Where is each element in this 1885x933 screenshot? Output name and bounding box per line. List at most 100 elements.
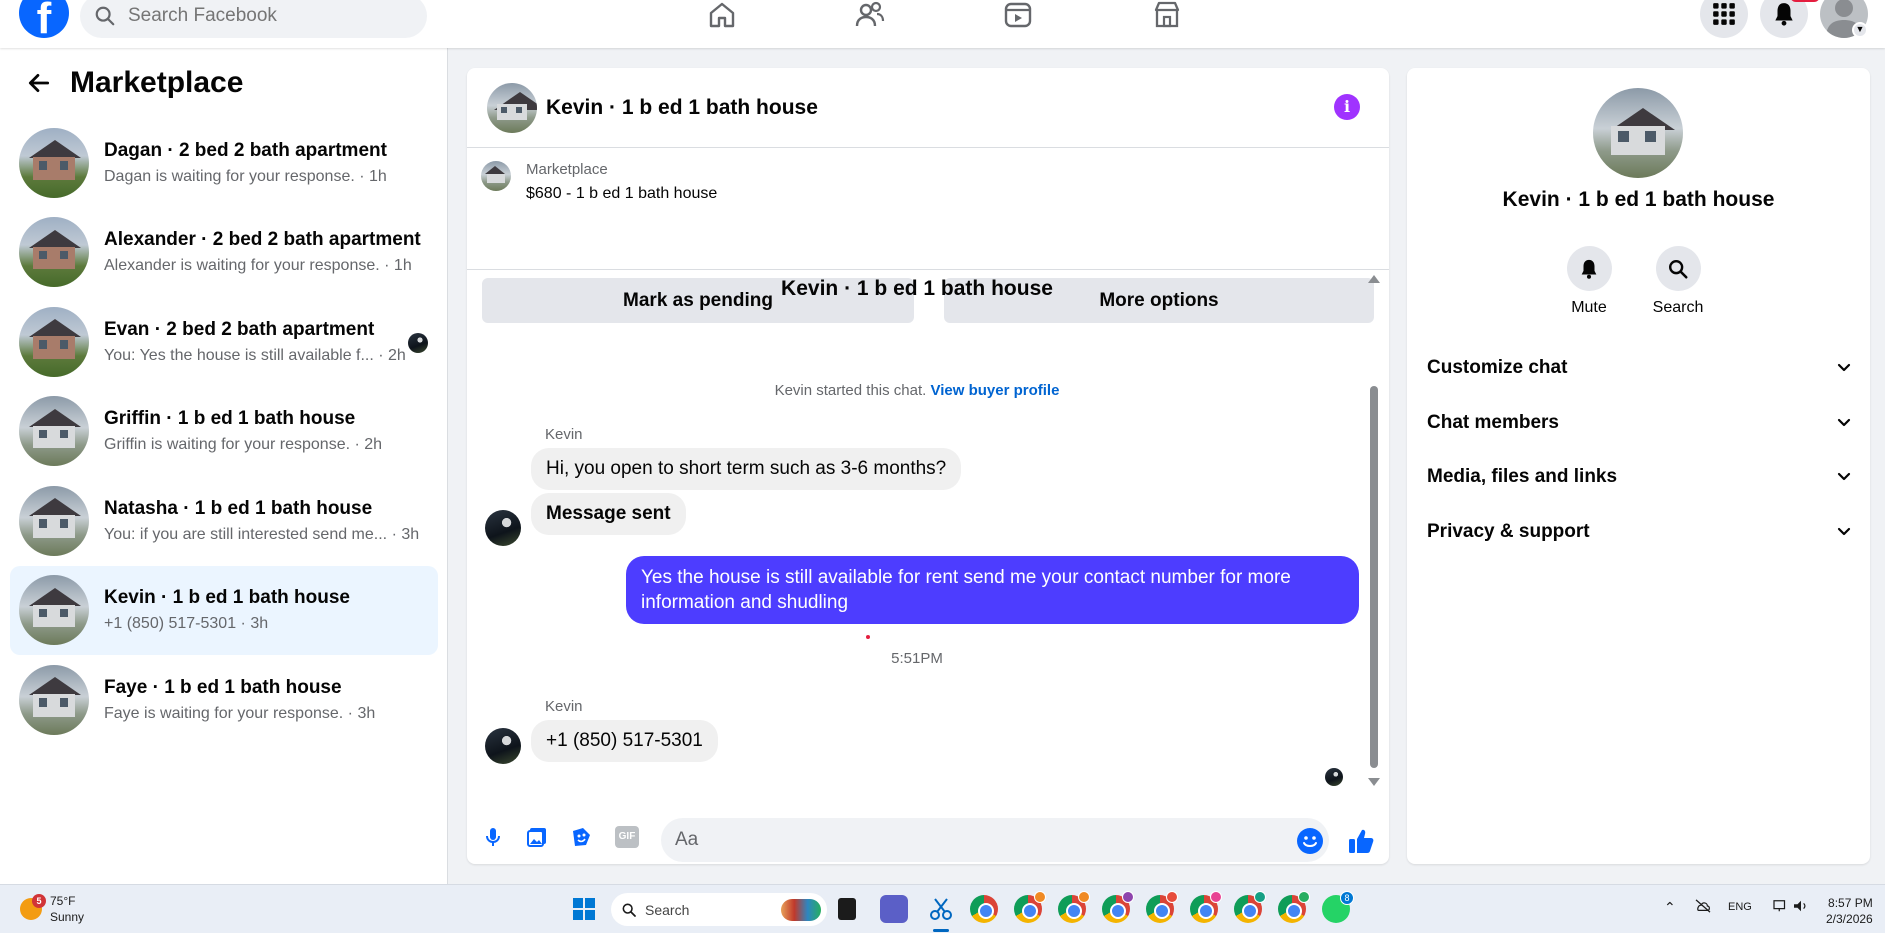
language-indicator[interactable]: ENG [1728, 901, 1752, 913]
conversation-info-icon[interactable]: i [1334, 94, 1360, 120]
chat-header-title[interactable]: Kevin · 1 b ed 1 bath house [546, 96, 818, 120]
chrome-icon[interactable] [970, 895, 998, 923]
marketplace-icon[interactable] [1147, 0, 1187, 30]
mute-button[interactable] [1566, 246, 1612, 291]
sender-avatar[interactable] [485, 728, 521, 764]
conversation-item[interactable]: Dagan · 2 bed 2 bath apartment Dagan is … [10, 118, 438, 208]
listing-thumbnail [19, 485, 89, 556]
listing-thumbnail[interactable] [481, 161, 511, 191]
conversation-name: Kevin · 1 b ed 1 bath house [104, 587, 350, 609]
conversation-preview: You: Yes the house is still available f.… [104, 346, 406, 364]
facebook-search-box[interactable] [80, 0, 427, 38]
info-title: Kevin · 1 b ed 1 bath house [1502, 188, 1775, 211]
conversation-preview: Faye is waiting for your response. · 3h [104, 704, 376, 722]
listing-thumbnail [19, 396, 89, 467]
section-label: Customize chat [1427, 357, 1568, 378]
weather-condition: Sunny [50, 910, 85, 924]
terminal-app-icon[interactable] [838, 898, 856, 920]
conversation-item[interactable]: Natasha · 1 b ed 1 bath house You: if yo… [10, 476, 438, 566]
scroll-up-arrow[interactable] [1368, 275, 1380, 283]
chat-header: Kevin · 1 b ed 1 bath house i [467, 68, 1389, 148]
system-clock[interactable]: 8:57 PM 2/3/2026 [1826, 895, 1873, 927]
thumbs-up-icon[interactable] [1346, 826, 1376, 856]
conversation-item[interactable]: Griffin · 1 b ed 1 bath house Griffin is… [10, 387, 438, 477]
chrome-profile-icon[interactable] [1190, 891, 1222, 923]
message-input[interactable] [661, 818, 1329, 862]
whatsapp-icon[interactable]: 8 [1322, 891, 1354, 923]
conversation-item[interactable]: Evan · 2 bed 2 bath apartment You: Yes t… [10, 297, 438, 387]
chrome-profile-icon[interactable] [1102, 891, 1134, 923]
incoming-message[interactable]: Message sent [531, 493, 686, 535]
weather-widget[interactable]: 5 75°F Sunny [20, 893, 84, 925]
chat-started-text: Kevin started this chat. [774, 382, 927, 399]
menu-grid-icon [1713, 3, 1735, 25]
search-action[interactable]: Search [1643, 246, 1713, 317]
sidebar-header: Marketplace [24, 66, 243, 100]
conversation-info-panel: Kevin · 1 b ed 1 bath house Mute Search … [1407, 68, 1870, 864]
menu-grid-button[interactable] [1700, 0, 1748, 38]
listing-price-title[interactable]: $680 - 1 b ed 1 bath house [526, 185, 717, 203]
sender-name: Kevin [545, 426, 583, 443]
conversation-item[interactable]: Alexander · 2 bed 2 bath apartment Alexa… [10, 208, 438, 298]
chrome-profile-icon[interactable] [1014, 891, 1046, 923]
chat-app-icon[interactable] [880, 895, 908, 923]
conversation-preview: Alexander is waiting for your response. … [104, 257, 412, 275]
chrome-profile-icon[interactable] [1278, 891, 1310, 923]
friends-icon[interactable] [850, 0, 890, 30]
search-label: Search [1652, 299, 1704, 316]
chat-members-section[interactable]: Chat members [1427, 401, 1852, 445]
section-label: Privacy & support [1427, 521, 1590, 542]
cloud-offline-icon[interactable] [1694, 899, 1712, 916]
home-icon[interactable] [702, 0, 742, 30]
notifications-button[interactable] [1760, 0, 1820, 38]
windows-start-icon[interactable] [573, 898, 595, 920]
weather-badge: 5 [32, 894, 46, 908]
facebook-search-input[interactable] [128, 5, 388, 27]
facebook-logo[interactable]: f [19, 0, 69, 38]
scrollbar-thumb[interactable] [1370, 386, 1378, 768]
outgoing-message[interactable]: Yes the house is still available for ren… [626, 556, 1359, 624]
incoming-message[interactable]: +1 (850) 517-5301 [531, 720, 718, 762]
info-avatar[interactable] [1593, 88, 1683, 178]
read-receipt-avatar [1325, 768, 1343, 786]
video-icon[interactable] [998, 0, 1038, 30]
sun-icon: 5 [20, 894, 46, 920]
chrome-profile-icon[interactable] [1234, 891, 1266, 923]
mute-action[interactable]: Mute [1554, 246, 1624, 317]
back-arrow-icon[interactable] [24, 68, 54, 98]
emoji-icon[interactable] [1297, 828, 1323, 854]
conversation-name: Faye · 1 b ed 1 bath house [104, 676, 342, 698]
clock-date: 2/3/2026 [1826, 912, 1873, 926]
search-in-conversation-button[interactable] [1655, 246, 1701, 291]
gif-icon[interactable]: GIF [615, 826, 639, 848]
section-label: Chat members [1427, 412, 1559, 433]
microphone-icon[interactable] [480, 824, 506, 850]
customize-chat-section[interactable]: Customize chat [1427, 346, 1852, 390]
privacy-support-section[interactable]: Privacy & support [1427, 510, 1852, 554]
conversation-item[interactable]: Faye · 1 b ed 1 bath house Faye is waiti… [10, 655, 438, 745]
conversation-item-active[interactable]: Kevin · 1 b ed 1 bath house +1 (850) 517… [10, 565, 438, 655]
listing-thumbnail [19, 217, 89, 288]
windows-taskbar: 5 75°F Sunny Search 8 ⌃ ENG 8:57 PM 2/3/… [0, 884, 1885, 933]
view-buyer-profile-link[interactable]: View buyer profile [930, 382, 1059, 399]
chat-header-avatar[interactable] [487, 83, 537, 133]
photo-icon[interactable] [524, 824, 550, 850]
media-files-links-section[interactable]: Media, files and links [1427, 455, 1852, 499]
account-chevron-down-icon[interactable]: ▼ [1852, 22, 1868, 38]
message-thread[interactable]: Kevin · 1 b ed 1 bath house Kevin starte… [467, 270, 1389, 790]
whatsapp-badge: 8 [1340, 891, 1354, 905]
clock-time: 8:57 PM [1828, 896, 1873, 910]
temperature: 75°F [50, 894, 76, 908]
chrome-profile-icon[interactable] [1058, 891, 1090, 923]
chevron-down-icon [1837, 363, 1851, 372]
incoming-message[interactable]: Hi, you open to short term such as 3-6 m… [531, 448, 962, 490]
sender-avatar[interactable] [485, 510, 521, 546]
show-hidden-icons-chevron-up-icon[interactable]: ⌃ [1664, 899, 1676, 916]
volume-icon[interactable] [1792, 899, 1810, 916]
taskbar-search[interactable]: Search [611, 893, 827, 926]
snipping-tool-icon[interactable] [927, 895, 955, 923]
sticker-icon[interactable] [568, 824, 594, 850]
scroll-down-arrow[interactable] [1368, 778, 1380, 786]
chrome-profile-icon[interactable] [1146, 891, 1178, 923]
network-icon[interactable] [1772, 899, 1790, 916]
